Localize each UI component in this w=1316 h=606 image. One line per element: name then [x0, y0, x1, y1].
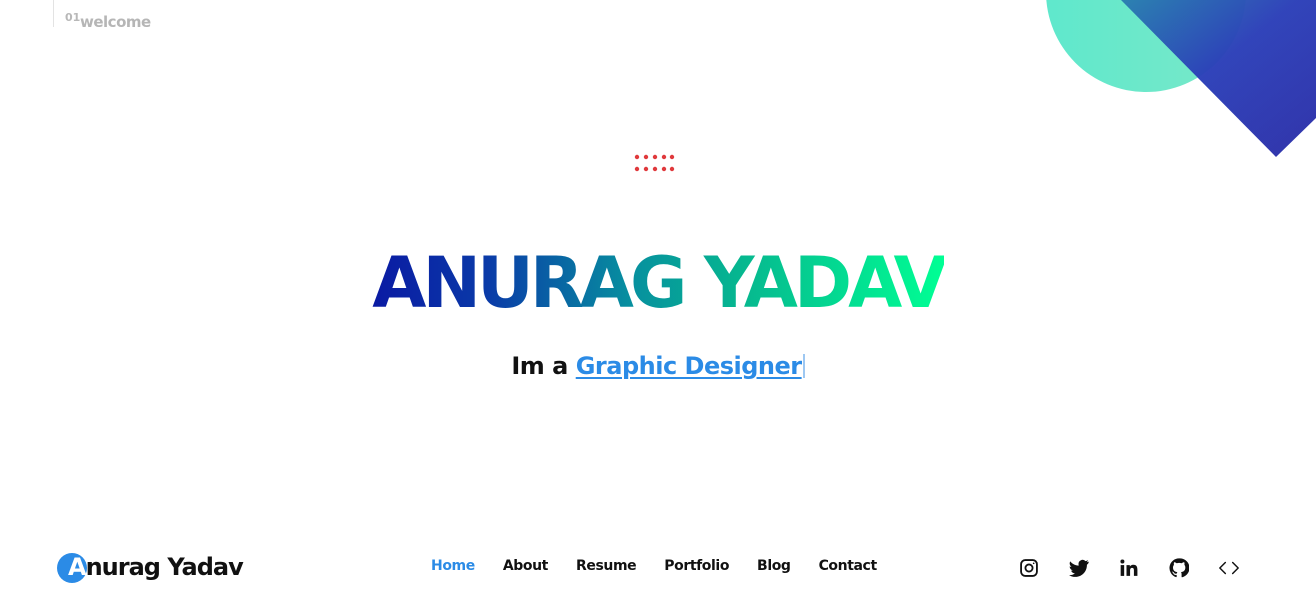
- decorative-dots: [634, 154, 675, 172]
- social-links: [1016, 556, 1242, 580]
- code-icon[interactable]: [1216, 556, 1242, 580]
- main-nav: Home About Resume Portfolio Blog Contact: [417, 558, 891, 574]
- instagram-icon[interactable]: [1016, 556, 1042, 580]
- nav-home[interactable]: Home: [417, 558, 489, 574]
- nav-blog[interactable]: Blog: [743, 558, 805, 574]
- hero-name-text: ANURAG YADAV: [372, 242, 943, 324]
- logo-text: Anurag Yadav: [57, 553, 244, 581]
- section-number: 01: [65, 11, 81, 24]
- subtitle-prefix: Im a: [511, 352, 568, 380]
- github-icon[interactable]: [1166, 556, 1192, 580]
- hero-name: ANURAG YADAV: [0, 238, 1316, 328]
- nav-contact[interactable]: Contact: [805, 558, 891, 574]
- nav-about[interactable]: About: [489, 558, 562, 574]
- nav-portfolio[interactable]: Portfolio: [650, 558, 743, 574]
- section-marker: 01 welcome: [53, 0, 151, 31]
- typing-cursor: [802, 354, 805, 378]
- nav-resume[interactable]: Resume: [562, 558, 650, 574]
- hero-subtitle: Im a Graphic Designer: [0, 352, 1316, 380]
- hero-last-name: YADAV: [703, 242, 944, 324]
- linkedin-icon[interactable]: [1116, 556, 1142, 580]
- logo[interactable]: Anurag Yadav: [57, 552, 244, 583]
- logo-rest: nurag Yadav: [85, 553, 244, 581]
- logo-first-letter: A: [68, 553, 87, 581]
- section-label: welcome: [80, 13, 151, 31]
- twitter-icon[interactable]: [1066, 556, 1092, 580]
- decorative-shapes: [1046, 0, 1316, 157]
- hero-first-name: ANURAG: [372, 242, 684, 324]
- role-link[interactable]: Graphic Designer: [576, 352, 802, 380]
